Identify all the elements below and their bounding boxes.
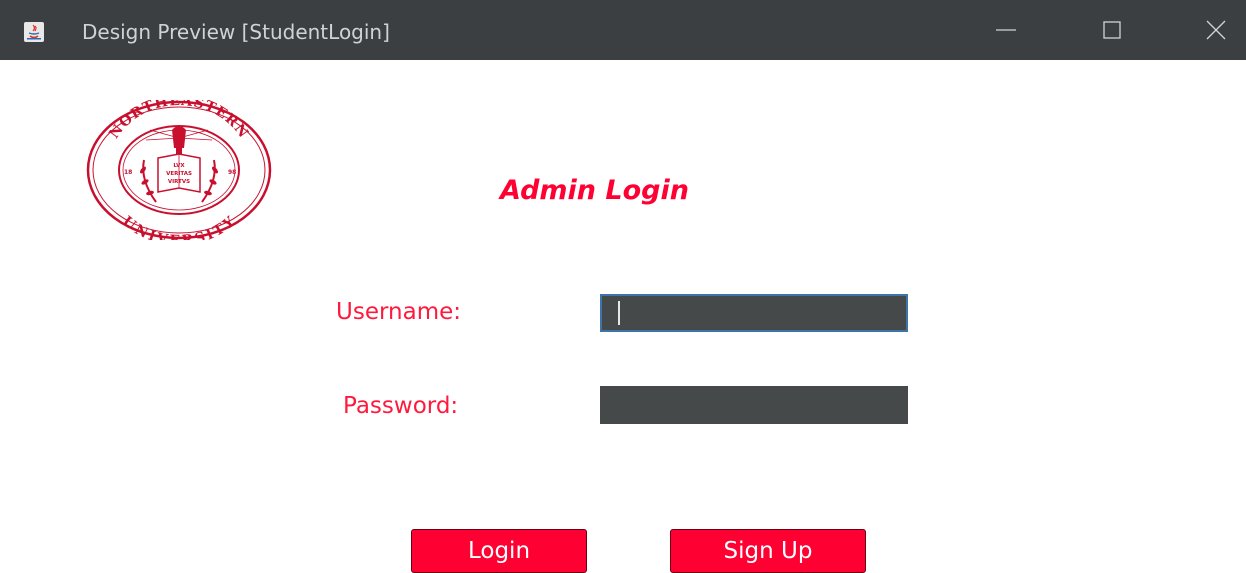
password-label: Password: <box>343 393 459 419</box>
svg-text:LVX: LVX <box>173 163 185 169</box>
svg-text:98: 98 <box>228 169 236 176</box>
svg-text:18: 18 <box>124 169 132 176</box>
login-button[interactable]: Login <box>411 529 587 573</box>
close-button[interactable] <box>1186 0 1246 60</box>
password-input[interactable] <box>600 386 908 424</box>
northeastern-seal-logo: NORTHEASTERN UNIVERSITY 18 98 LVX VERITA… <box>86 93 272 249</box>
window-titlebar: Design Preview [StudentLogin] <box>0 0 1246 60</box>
admin-login-heading: Admin Login <box>500 175 689 206</box>
text-caret <box>618 301 620 325</box>
minimize-icon <box>996 29 1016 31</box>
sign-up-button[interactable]: Sign Up <box>670 529 866 573</box>
minimize-button[interactable] <box>976 0 1036 60</box>
window-title: Design Preview [StudentLogin] <box>82 20 390 44</box>
username-input[interactable] <box>600 294 908 332</box>
svg-text:VIRTVS: VIRTVS <box>168 179 190 185</box>
maximize-button[interactable] <box>1082 0 1142 60</box>
close-icon <box>1206 20 1226 40</box>
username-label: Username: <box>336 299 461 325</box>
svg-text:VERITAS: VERITAS <box>166 171 192 177</box>
java-icon <box>24 22 44 42</box>
maximize-icon <box>1103 21 1121 39</box>
